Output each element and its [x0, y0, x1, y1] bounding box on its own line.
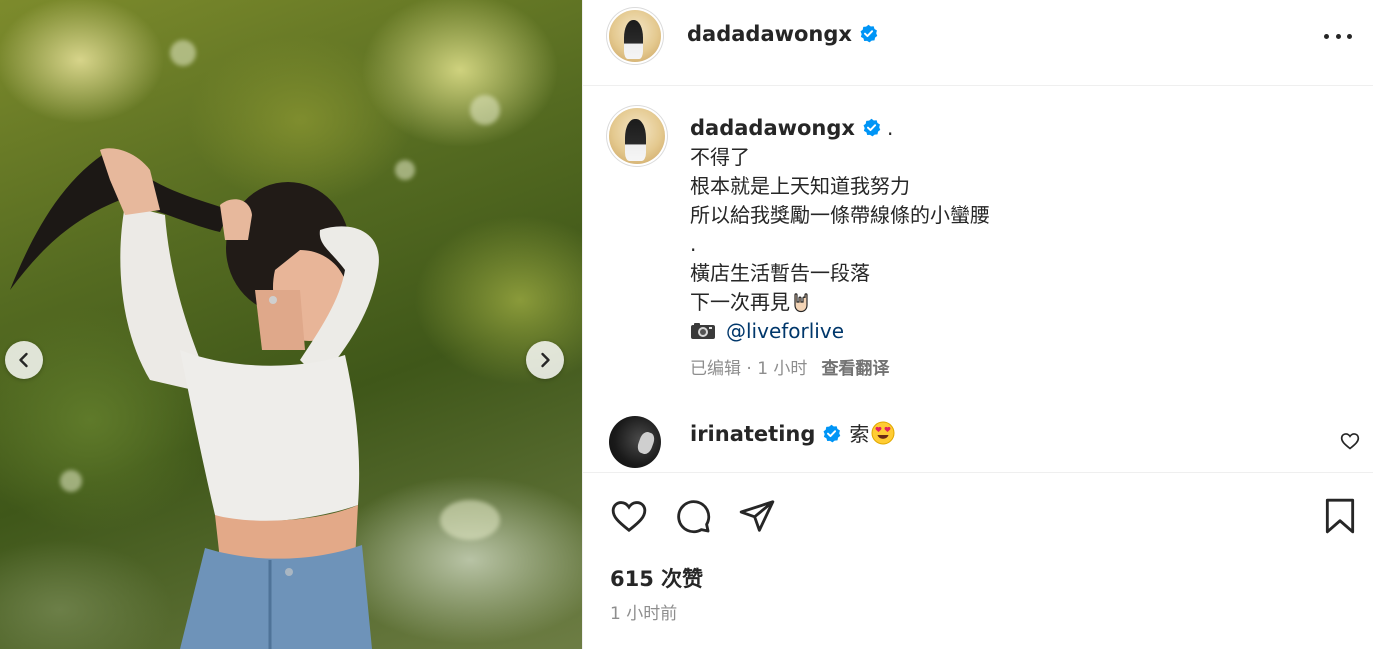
verified-badge-icon [823, 424, 841, 443]
chevron-right-icon [541, 352, 550, 368]
likes-count[interactable]: 615 次赞 [610, 563, 703, 593]
author-username-text[interactable]: dadadawongx [687, 22, 852, 46]
comment-bubble-icon[interactable] [674, 497, 712, 535]
post-caption: dadadawongx. 不得了 根本就是上天知道我努力 所以給我獎勵一條帶線條… [690, 114, 1330, 346]
see-translation-button[interactable]: 查看翻译 [821, 359, 889, 379]
comment-text: 索 [849, 422, 870, 446]
woman-figure [10, 148, 379, 649]
post-details-panel: dadadawongx dadadawongx. 不得了 根本就是上天知道我努力… [582, 0, 1373, 649]
caption-author-avatar[interactable] [609, 108, 665, 164]
caption-line: 根本就是上天知道我努力 [690, 174, 910, 198]
verified-badge-icon [860, 24, 878, 43]
post-header: dadadawongx [583, 0, 1373, 86]
heart-eyes-icon [871, 421, 895, 445]
caption-line: 不得了 [690, 145, 750, 169]
caption-line: . [690, 232, 697, 256]
save-bookmark-icon[interactable] [1321, 497, 1359, 535]
previous-photo-button[interactable] [5, 341, 43, 379]
post-actions: 615 次赞 1 小时前 [583, 472, 1373, 649]
rock-on-hand-icon [794, 293, 808, 313]
caption-line-with-emoji: 下一次再見 [690, 288, 1330, 317]
post-timestamp[interactable]: 1 小时前 [610, 599, 677, 624]
caption-line: 橫店生活暫告一段落 [690, 261, 870, 285]
mention-link[interactable]: @liveforlive [726, 319, 844, 343]
more-options-icon[interactable] [1324, 26, 1352, 46]
caption-dot: . [886, 116, 894, 140]
chevron-left-icon [19, 352, 28, 368]
post-photo[interactable] [0, 0, 582, 649]
share-send-icon[interactable] [738, 497, 776, 535]
commenter-avatar[interactable] [609, 416, 661, 468]
comment: irinateting 索 [690, 420, 895, 449]
comments-scroll-area[interactable]: dadadawongx. 不得了 根本就是上天知道我努力 所以給我獎勵一條帶線條… [583, 86, 1373, 472]
author-username[interactable]: dadadawongx [687, 22, 878, 46]
caption-edited-time: 已编辑 · 1 小时 [690, 359, 808, 379]
comment-like-heart-icon[interactable] [1340, 431, 1360, 451]
camera-icon [691, 323, 715, 339]
author-avatar[interactable] [609, 10, 661, 62]
next-photo-button[interactable] [526, 341, 564, 379]
like-heart-icon[interactable] [610, 497, 648, 535]
caption-username[interactable]: dadadawongx [690, 116, 855, 140]
commenter-username[interactable]: irinateting [690, 422, 815, 446]
caption-meta: 已编辑 · 1 小时 查看翻译 [690, 354, 889, 379]
caption-line-mention: @liveforlive [690, 317, 1330, 346]
caption-line: 所以給我獎勵一條帶線條的小蠻腰 [690, 203, 990, 227]
verified-badge-icon [863, 118, 881, 137]
caption-line-text: 下一次再見 [690, 290, 790, 314]
